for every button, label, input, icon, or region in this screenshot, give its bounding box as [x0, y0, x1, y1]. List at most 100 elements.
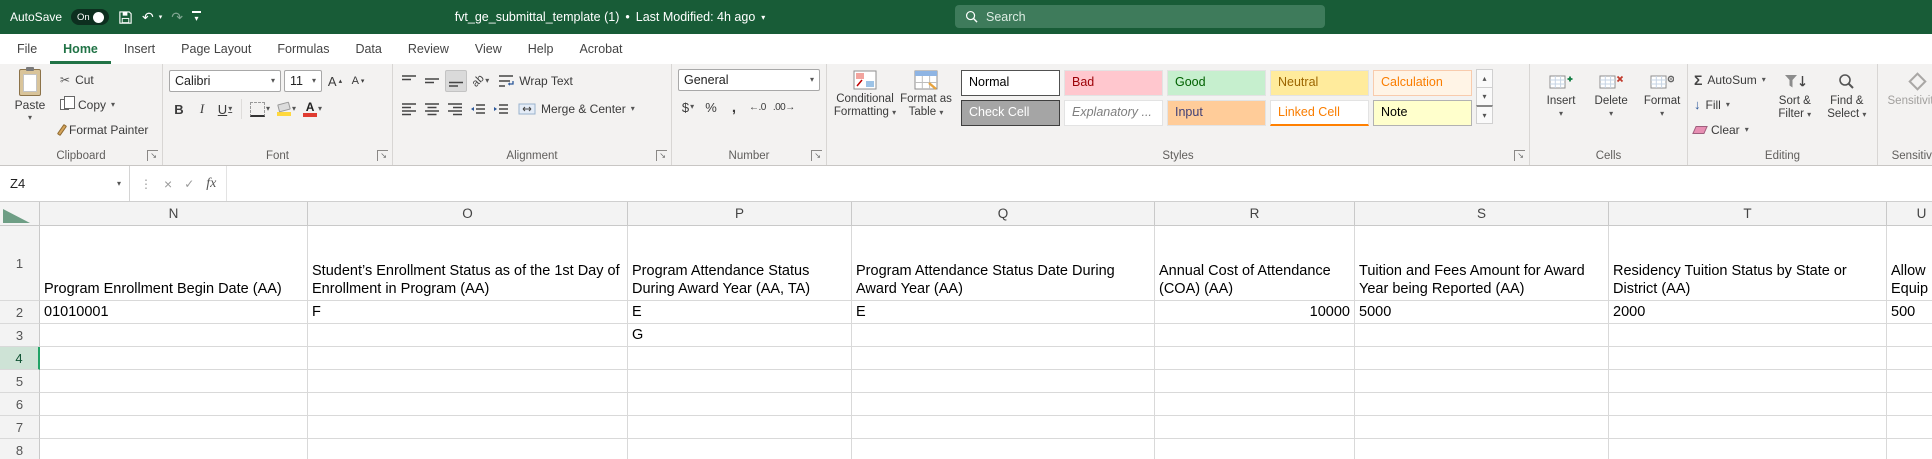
format-painter-button[interactable]: Format Painter — [60, 119, 148, 140]
cell-P4[interactable] — [628, 347, 852, 370]
cell-O3[interactable] — [308, 324, 628, 347]
cell-R3[interactable] — [1155, 324, 1355, 347]
column-header-P[interactable]: P — [628, 202, 852, 226]
format-cells-button[interactable]: Format ▾ — [1642, 69, 1682, 144]
row-header-7[interactable]: 7 — [0, 416, 40, 439]
cell-Q5[interactable] — [852, 370, 1155, 393]
cell-P1[interactable]: Program Attendance Status During Award Y… — [628, 226, 852, 301]
fill-button[interactable]: ↓Fill▾ — [1694, 94, 1766, 115]
cell-O2[interactable]: F — [308, 301, 628, 324]
font-color-button[interactable]: A▾ — [301, 98, 324, 120]
cell-N6[interactable] — [40, 393, 308, 416]
document-title[interactable]: fvt_ge_submittal_template (1) • Last Mod… — [380, 0, 840, 34]
increase-decimal-button[interactable]: ←.0 — [747, 96, 768, 118]
orientation-button[interactable]: ab▾ — [470, 70, 491, 92]
cell-R7[interactable] — [1155, 416, 1355, 439]
clipboard-dialog-launcher-icon[interactable]: ↘ — [147, 150, 158, 161]
row-header-4[interactable]: 4 — [0, 347, 40, 370]
cell-U1[interactable]: Allow Equip — [1887, 226, 1932, 301]
align-right-button[interactable] — [445, 98, 465, 120]
autosum-button[interactable]: ΣAutoSum▾ — [1694, 69, 1766, 90]
bold-button[interactable]: B — [169, 98, 189, 120]
percent-style-button[interactable]: % — [701, 96, 721, 118]
cell-U6[interactable] — [1887, 393, 1932, 416]
cell-N3[interactable] — [40, 324, 308, 347]
find-select-button[interactable]: Find & Select ▾ — [1824, 69, 1870, 144]
column-header-O[interactable]: O — [308, 202, 628, 226]
cell-O6[interactable] — [308, 393, 628, 416]
style-explanatory[interactable]: Explanatory ... — [1064, 100, 1163, 126]
column-header-S[interactable]: S — [1355, 202, 1609, 226]
cut-button[interactable]: ✂Cut — [60, 69, 148, 90]
currency-format-button[interactable]: $▾ — [678, 96, 698, 118]
cell-R6[interactable] — [1155, 393, 1355, 416]
column-header-N[interactable]: N — [40, 202, 308, 226]
undo-button[interactable]: ↶ — [142, 10, 154, 24]
tab-data[interactable]: Data — [342, 34, 394, 64]
cell-T6[interactable] — [1609, 393, 1887, 416]
cell-Q8[interactable] — [852, 439, 1155, 459]
cell-N5[interactable] — [40, 370, 308, 393]
customize-qat-icon[interactable]: ▾ — [192, 11, 201, 23]
autosave-toggle[interactable]: On — [71, 9, 109, 25]
row-header-8[interactable]: 8 — [0, 439, 40, 459]
insert-cells-button[interactable]: Insert ▾ — [1542, 69, 1580, 144]
style-bad[interactable]: Bad — [1064, 70, 1163, 96]
cell-U4[interactable] — [1887, 347, 1932, 370]
cell-O8[interactable] — [308, 439, 628, 459]
decrease-decimal-button[interactable]: .00→ — [771, 96, 797, 118]
cell-T7[interactable] — [1609, 416, 1887, 439]
cell-Q2[interactable]: E — [852, 301, 1155, 324]
row-header-6[interactable]: 6 — [0, 393, 40, 416]
row-header-2[interactable]: 2 — [0, 301, 40, 324]
cell-P2[interactable]: E — [628, 301, 852, 324]
cell-U8[interactable] — [1887, 439, 1932, 459]
column-header-R[interactable]: R — [1155, 202, 1355, 226]
wrap-text-button[interactable]: Wrap Text — [498, 71, 573, 92]
cell-O5[interactable] — [308, 370, 628, 393]
tab-home[interactable]: Home — [50, 34, 111, 64]
cell-S7[interactable] — [1355, 416, 1609, 439]
gallery-up-icon[interactable]: ▴ — [1476, 69, 1493, 88]
cell-P7[interactable] — [628, 416, 852, 439]
cell-T8[interactable] — [1609, 439, 1887, 459]
select-all-corner[interactable] — [0, 202, 40, 226]
cell-P3[interactable]: G — [628, 324, 852, 347]
cell-U7[interactable] — [1887, 416, 1932, 439]
name-box[interactable]: Z4 ▾ — [0, 166, 130, 201]
cell-N2[interactable]: 01010001 — [40, 301, 308, 324]
cell-U5[interactable] — [1887, 370, 1932, 393]
column-header-T[interactable]: T — [1609, 202, 1887, 226]
cell-O7[interactable] — [308, 416, 628, 439]
font-name-combo[interactable]: Calibri▾ — [169, 70, 281, 92]
cell-N8[interactable] — [40, 439, 308, 459]
cell-U2[interactable]: 500 — [1887, 301, 1932, 324]
cell-Q4[interactable] — [852, 347, 1155, 370]
tab-view[interactable]: View — [462, 34, 515, 64]
gallery-down-icon[interactable]: ▾ — [1476, 87, 1493, 106]
merge-center-button[interactable]: Merge & Center ▾ — [518, 99, 635, 120]
cell-S8[interactable] — [1355, 439, 1609, 459]
cell-N1[interactable]: Program Enrollment Begin Date (AA) — [40, 226, 308, 301]
undo-dropdown-icon[interactable]: ▾ — [159, 13, 163, 21]
conditional-formatting-button[interactable]: Conditional Formatting ▾ — [833, 67, 897, 144]
style-linked-cell[interactable]: Linked Cell — [1270, 100, 1369, 126]
align-middle-button[interactable] — [422, 70, 442, 92]
cell-O1[interactable]: Student’s Enrollment Status as of the 1s… — [308, 226, 628, 301]
cell-O4[interactable] — [308, 347, 628, 370]
tab-help[interactable]: Help — [515, 34, 567, 64]
cell-Q6[interactable] — [852, 393, 1155, 416]
increase-indent-button[interactable] — [491, 98, 511, 120]
style-input[interactable]: Input — [1167, 100, 1266, 126]
cell-R2[interactable]: 10000 — [1155, 301, 1355, 324]
tab-page-layout[interactable]: Page Layout — [168, 34, 264, 64]
clear-button[interactable]: Clear▾ — [1694, 119, 1766, 140]
formula-input[interactable] — [227, 166, 1932, 201]
cell-T2[interactable]: 2000 — [1609, 301, 1887, 324]
cell-Q7[interactable] — [852, 416, 1155, 439]
cell-S4[interactable] — [1355, 347, 1609, 370]
tab-acrobat[interactable]: Acrobat — [566, 34, 635, 64]
increase-font-size-button[interactable]: A▴ — [325, 70, 345, 92]
format-as-table-button[interactable]: Format as Table ▾ — [897, 67, 955, 144]
cell-S3[interactable] — [1355, 324, 1609, 347]
